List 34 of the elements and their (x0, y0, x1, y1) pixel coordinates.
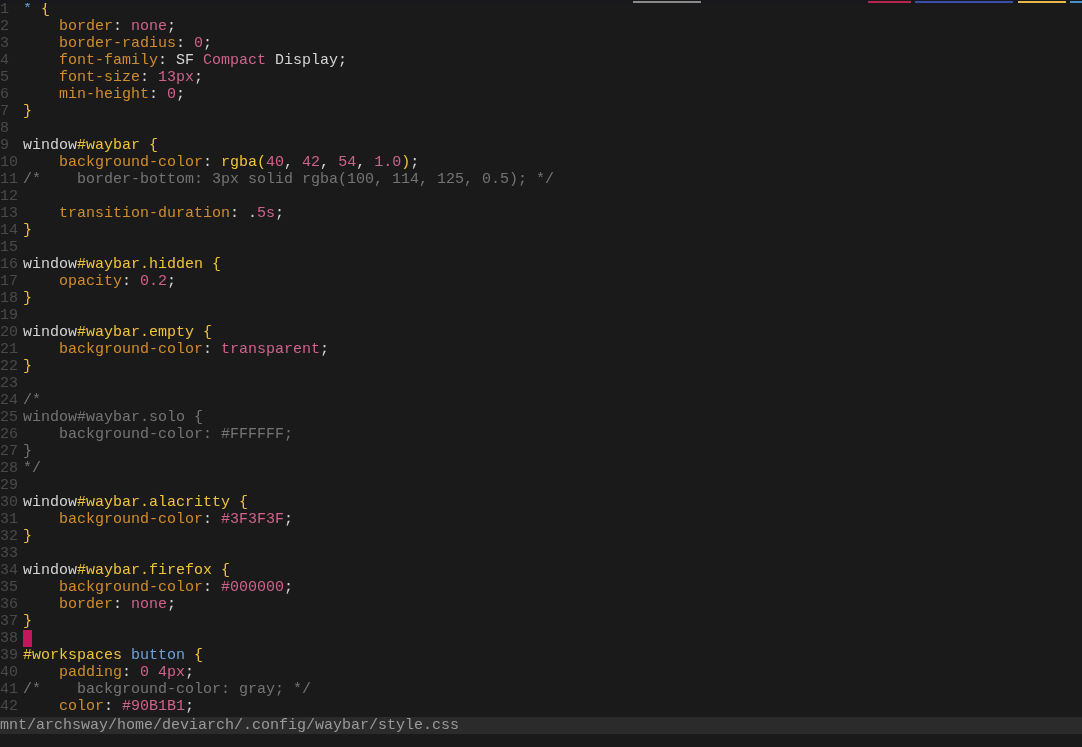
code-line: border: none; (58, 596, 177, 613)
code-line: font-size: 13px; (58, 69, 204, 86)
code-line: background-color: #3F3F3F; (58, 511, 294, 528)
code-line: opacity: 0.2; (58, 273, 177, 290)
code-line: window#waybar.firefox { (23, 562, 231, 579)
code-line: } (23, 290, 32, 307)
code-line: } (23, 358, 32, 375)
code-line: transition-duration: .5s; (58, 205, 285, 222)
code-line: #workspaces button { (23, 647, 204, 664)
code-line: */ (23, 460, 41, 477)
code-line: window#waybar { (23, 137, 159, 154)
file-path: mnt/archsway/home/deviarch/.config/waybar/style.css (0, 717, 460, 734)
code-line: min-height: 0; (58, 86, 186, 103)
code-line: background-color: #FFFFFF; (58, 426, 294, 443)
code-line: } (23, 222, 32, 239)
code-line: /* (23, 392, 41, 409)
code-line: background-color: rgba(40, 42, 54, 1.0); (58, 154, 420, 171)
code-line: padding: 0 4px; (58, 664, 195, 681)
code-line: window#waybar.hidden { (23, 256, 222, 273)
code-line: background-color: #000000; (58, 579, 294, 596)
code-line: } (23, 103, 32, 120)
code-line: /* border-bottom: 3px solid rgba(100, 114, 125, 0.5); */ (23, 171, 555, 188)
code-line: } (23, 443, 32, 460)
code-line: border: none; (58, 18, 177, 35)
code-line: color: #90B1B1; (58, 698, 195, 715)
code-line: window#waybar.solo { (23, 409, 204, 426)
code-line: font-family: SF Compact Display; (58, 52, 348, 69)
code-line: window#waybar.empty { (23, 324, 213, 341)
code-line: } (23, 528, 32, 545)
code-line: background-color: transparent; (58, 341, 330, 358)
code-line: border-radius: 0; (58, 35, 213, 52)
code-line: } (23, 613, 32, 630)
code-line: /* background-color: gray; */ (23, 681, 312, 698)
code-line: window#waybar.alacritty { (23, 494, 249, 511)
